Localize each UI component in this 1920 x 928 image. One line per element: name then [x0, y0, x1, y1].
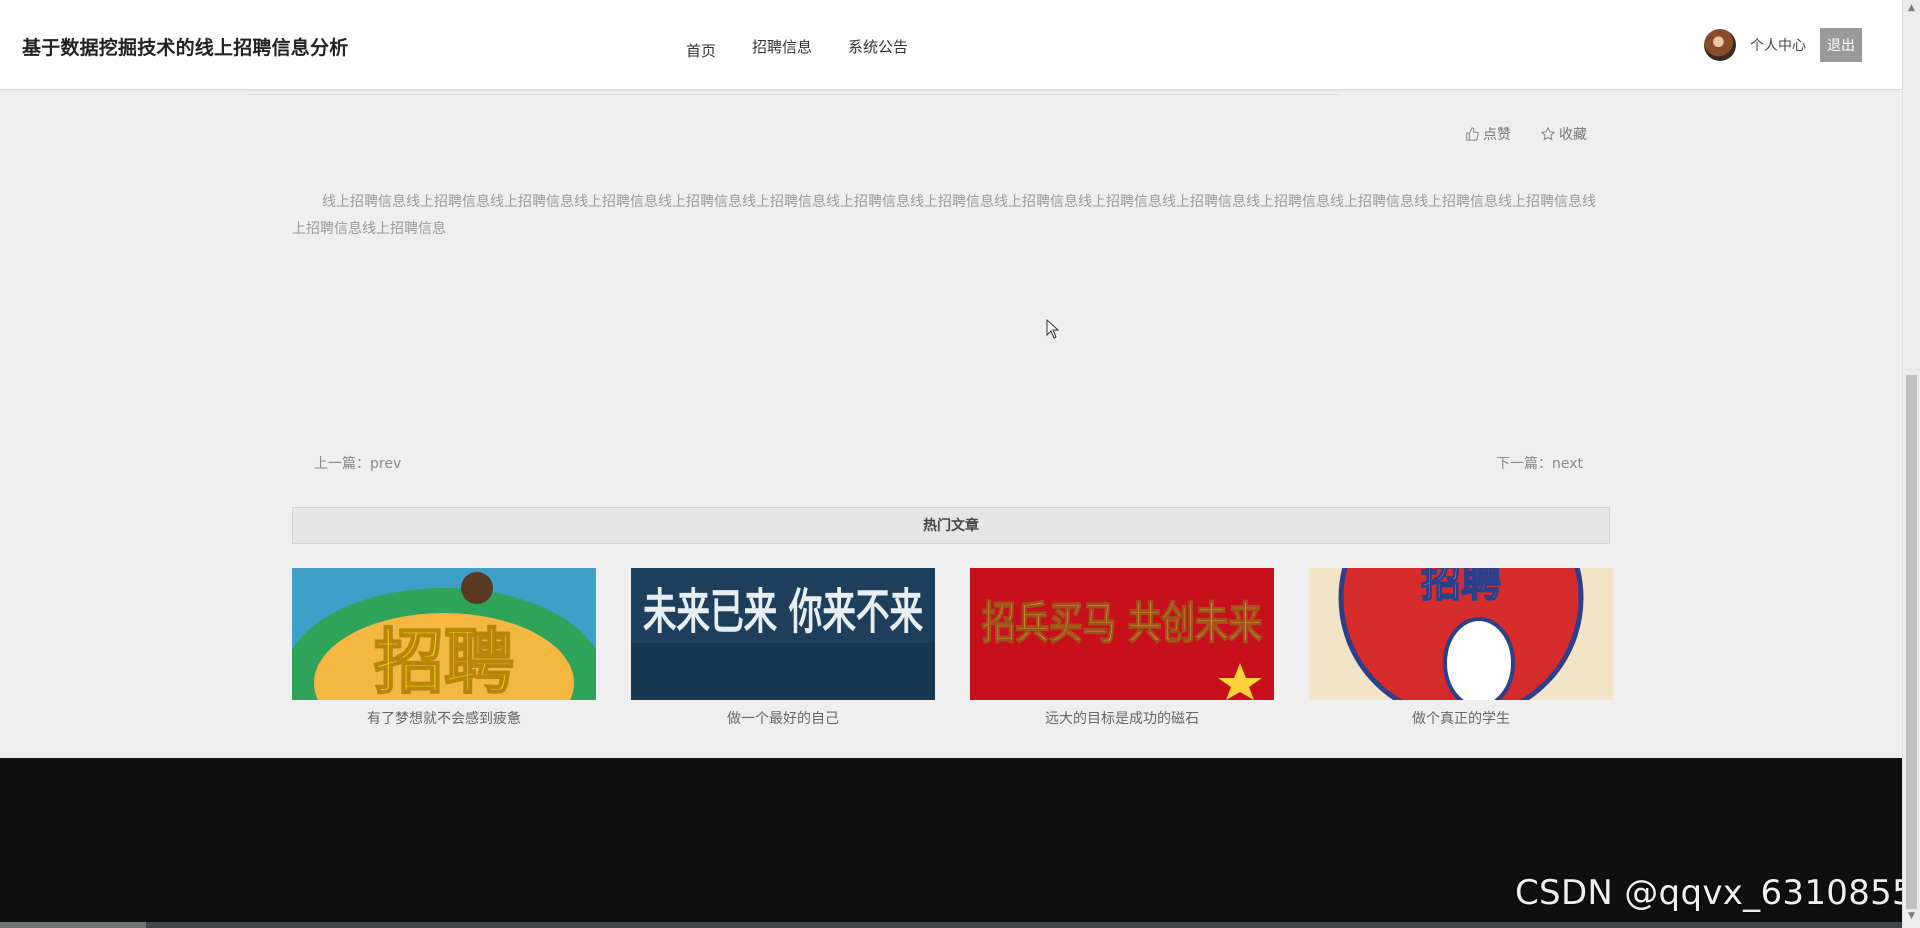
nav-item-home[interactable]: 首页: [686, 40, 716, 61]
logout-button[interactable]: 退出: [1820, 28, 1862, 62]
user-center-link[interactable]: 个人中心: [1750, 35, 1806, 55]
mouse-cursor-icon: [1046, 319, 1060, 339]
image-text: 招兵买马 共创未来: [982, 598, 1262, 649]
page: 基于数据挖掘技术的线上招聘信息分析 首页 招聘信息 系统公告 个人中心 退出 点…: [0, 0, 1902, 928]
hot-article-card[interactable]: 招聘 做个真正的学生: [1309, 568, 1613, 728]
hot-article-image[interactable]: 招聘: [292, 568, 596, 700]
hot-article-caption[interactable]: 做一个最好的自己: [631, 708, 935, 728]
favorite-button[interactable]: 收藏: [1541, 124, 1587, 144]
next-article-link[interactable]: 下一篇：next: [1496, 453, 1583, 473]
hot-article-card[interactable]: 未来已来 你来不来 做一个最好的自己: [631, 568, 935, 728]
hot-article-image[interactable]: 招聘: [1309, 568, 1613, 700]
scroll-up-icon[interactable]: ▲: [1908, 3, 1915, 13]
hot-article-caption[interactable]: 有了梦想就不会感到疲惫: [292, 708, 596, 728]
csdn-watermark: CSDN @qqvx_6310855: [1515, 873, 1914, 913]
main-nav: 首页 招聘信息 系统公告: [686, 36, 944, 61]
hot-article-image[interactable]: 未来已来 你来不来: [631, 568, 935, 700]
scrollbar-thumb[interactable]: [1906, 375, 1917, 909]
taskbar-strip-segment: [0, 922, 146, 928]
hot-article-card[interactable]: 招聘 有了梦想就不会感到疲惫: [292, 568, 596, 728]
image-text: 招聘: [1421, 568, 1501, 606]
star-icon: [1541, 127, 1555, 141]
image-text: 未来已来 你来不来: [643, 584, 923, 640]
divider: [248, 94, 1338, 95]
nav-item-announcements[interactable]: 系统公告: [848, 36, 908, 61]
hot-article-caption[interactable]: 做个真正的学生: [1309, 708, 1613, 728]
hot-articles-title: 热门文章: [292, 507, 1610, 544]
thumbs-up-icon: [1466, 127, 1479, 141]
avatar[interactable]: [1704, 29, 1736, 61]
hot-articles-grid: 招聘 有了梦想就不会感到疲惫 未来已来 你来不来 做一个最好的自己 招兵买马 共…: [292, 568, 1613, 728]
hot-article-image[interactable]: 招兵买马 共创未来: [970, 568, 1274, 700]
hot-article-card[interactable]: 招兵买马 共创未来 远大的目标是成功的磁石: [970, 568, 1274, 728]
like-button[interactable]: 点赞: [1465, 124, 1511, 144]
top-header: 基于数据挖掘技术的线上招聘信息分析 首页 招聘信息 系统公告 个人中心 退出: [0, 0, 1902, 90]
prev-article-link[interactable]: 上一篇：prev: [314, 453, 401, 473]
article-content: 线上招聘信息线上招聘信息线上招聘信息线上招聘信息线上招聘信息线上招聘信息线上招聘…: [292, 194, 1596, 237]
taskbar-strip: [0, 922, 1902, 928]
image-text: 招聘: [374, 621, 514, 700]
favorite-label: 收藏: [1559, 127, 1587, 143]
like-label: 点赞: [1483, 127, 1511, 143]
user-area: 个人中心 退出: [1704, 28, 1862, 62]
site-title[interactable]: 基于数据挖掘技术的线上招聘信息分析: [22, 33, 348, 60]
hot-article-caption[interactable]: 远大的目标是成功的磁石: [970, 708, 1274, 728]
article-actions: 点赞 收藏: [1465, 124, 1587, 144]
vertical-scrollbar[interactable]: ▲ ▼: [1902, 0, 1920, 928]
scroll-down-icon[interactable]: ▼: [1908, 911, 1915, 921]
nav-item-jobs[interactable]: 招聘信息: [752, 36, 812, 61]
